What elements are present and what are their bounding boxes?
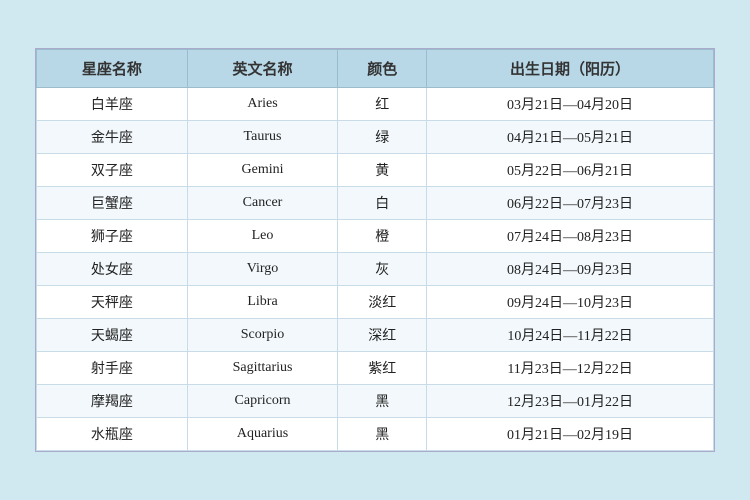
column-header-3: 出生日期（阳历） [427, 50, 714, 88]
table-cell-10-3: 01月21日—02月19日 [427, 418, 714, 451]
table-cell-8-0: 射手座 [37, 352, 188, 385]
table-cell-10-2: 黑 [338, 418, 427, 451]
table-cell-10-0: 水瓶座 [37, 418, 188, 451]
table-cell-6-3: 09月24日—10月23日 [427, 286, 714, 319]
table-cell-7-0: 天蝎座 [37, 319, 188, 352]
table-row: 巨蟹座Cancer白06月22日—07月23日 [37, 187, 714, 220]
zodiac-table-wrapper: 星座名称英文名称颜色出生日期（阳历） 白羊座Aries红03月21日—04月20… [35, 48, 715, 452]
table-cell-1-0: 金牛座 [37, 121, 188, 154]
table-row: 白羊座Aries红03月21日—04月20日 [37, 88, 714, 121]
table-cell-6-1: Libra [187, 286, 338, 319]
table-cell-7-1: Scorpio [187, 319, 338, 352]
table-cell-9-3: 12月23日—01月22日 [427, 385, 714, 418]
table-cell-9-2: 黑 [338, 385, 427, 418]
table-cell-2-2: 黄 [338, 154, 427, 187]
table-row: 处女座Virgo灰08月24日—09月23日 [37, 253, 714, 286]
table-cell-8-2: 紫红 [338, 352, 427, 385]
table-cell-7-2: 深红 [338, 319, 427, 352]
table-cell-2-3: 05月22日—06月21日 [427, 154, 714, 187]
table-cell-5-2: 灰 [338, 253, 427, 286]
table-cell-4-0: 狮子座 [37, 220, 188, 253]
zodiac-table: 星座名称英文名称颜色出生日期（阳历） 白羊座Aries红03月21日—04月20… [36, 49, 714, 451]
column-header-1: 英文名称 [187, 50, 338, 88]
table-cell-3-0: 巨蟹座 [37, 187, 188, 220]
table-cell-9-0: 摩羯座 [37, 385, 188, 418]
table-cell-8-3: 11月23日—12月22日 [427, 352, 714, 385]
table-cell-3-2: 白 [338, 187, 427, 220]
table-cell-8-1: Sagittarius [187, 352, 338, 385]
table-row: 狮子座Leo橙07月24日—08月23日 [37, 220, 714, 253]
table-cell-6-2: 淡红 [338, 286, 427, 319]
table-cell-4-3: 07月24日—08月23日 [427, 220, 714, 253]
table-header-row: 星座名称英文名称颜色出生日期（阳历） [37, 50, 714, 88]
column-header-2: 颜色 [338, 50, 427, 88]
table-cell-10-1: Aquarius [187, 418, 338, 451]
table-row: 双子座Gemini黄05月22日—06月21日 [37, 154, 714, 187]
table-cell-1-1: Taurus [187, 121, 338, 154]
column-header-0: 星座名称 [37, 50, 188, 88]
table-cell-0-2: 红 [338, 88, 427, 121]
table-cell-3-1: Cancer [187, 187, 338, 220]
table-row: 摩羯座Capricorn黑12月23日—01月22日 [37, 385, 714, 418]
table-cell-0-0: 白羊座 [37, 88, 188, 121]
table-cell-9-1: Capricorn [187, 385, 338, 418]
table-cell-6-0: 天秤座 [37, 286, 188, 319]
table-cell-1-3: 04月21日—05月21日 [427, 121, 714, 154]
table-cell-3-3: 06月22日—07月23日 [427, 187, 714, 220]
table-cell-5-1: Virgo [187, 253, 338, 286]
table-row: 水瓶座Aquarius黑01月21日—02月19日 [37, 418, 714, 451]
table-cell-7-3: 10月24日—11月22日 [427, 319, 714, 352]
table-body: 白羊座Aries红03月21日—04月20日金牛座Taurus绿04月21日—0… [37, 88, 714, 451]
table-cell-5-3: 08月24日—09月23日 [427, 253, 714, 286]
table-row: 金牛座Taurus绿04月21日—05月21日 [37, 121, 714, 154]
table-cell-2-1: Gemini [187, 154, 338, 187]
table-cell-5-0: 处女座 [37, 253, 188, 286]
table-cell-1-2: 绿 [338, 121, 427, 154]
table-cell-0-3: 03月21日—04月20日 [427, 88, 714, 121]
table-cell-4-1: Leo [187, 220, 338, 253]
table-cell-0-1: Aries [187, 88, 338, 121]
table-cell-4-2: 橙 [338, 220, 427, 253]
table-row: 射手座Sagittarius紫红11月23日—12月22日 [37, 352, 714, 385]
table-cell-2-0: 双子座 [37, 154, 188, 187]
table-row: 天秤座Libra淡红09月24日—10月23日 [37, 286, 714, 319]
table-row: 天蝎座Scorpio深红10月24日—11月22日 [37, 319, 714, 352]
